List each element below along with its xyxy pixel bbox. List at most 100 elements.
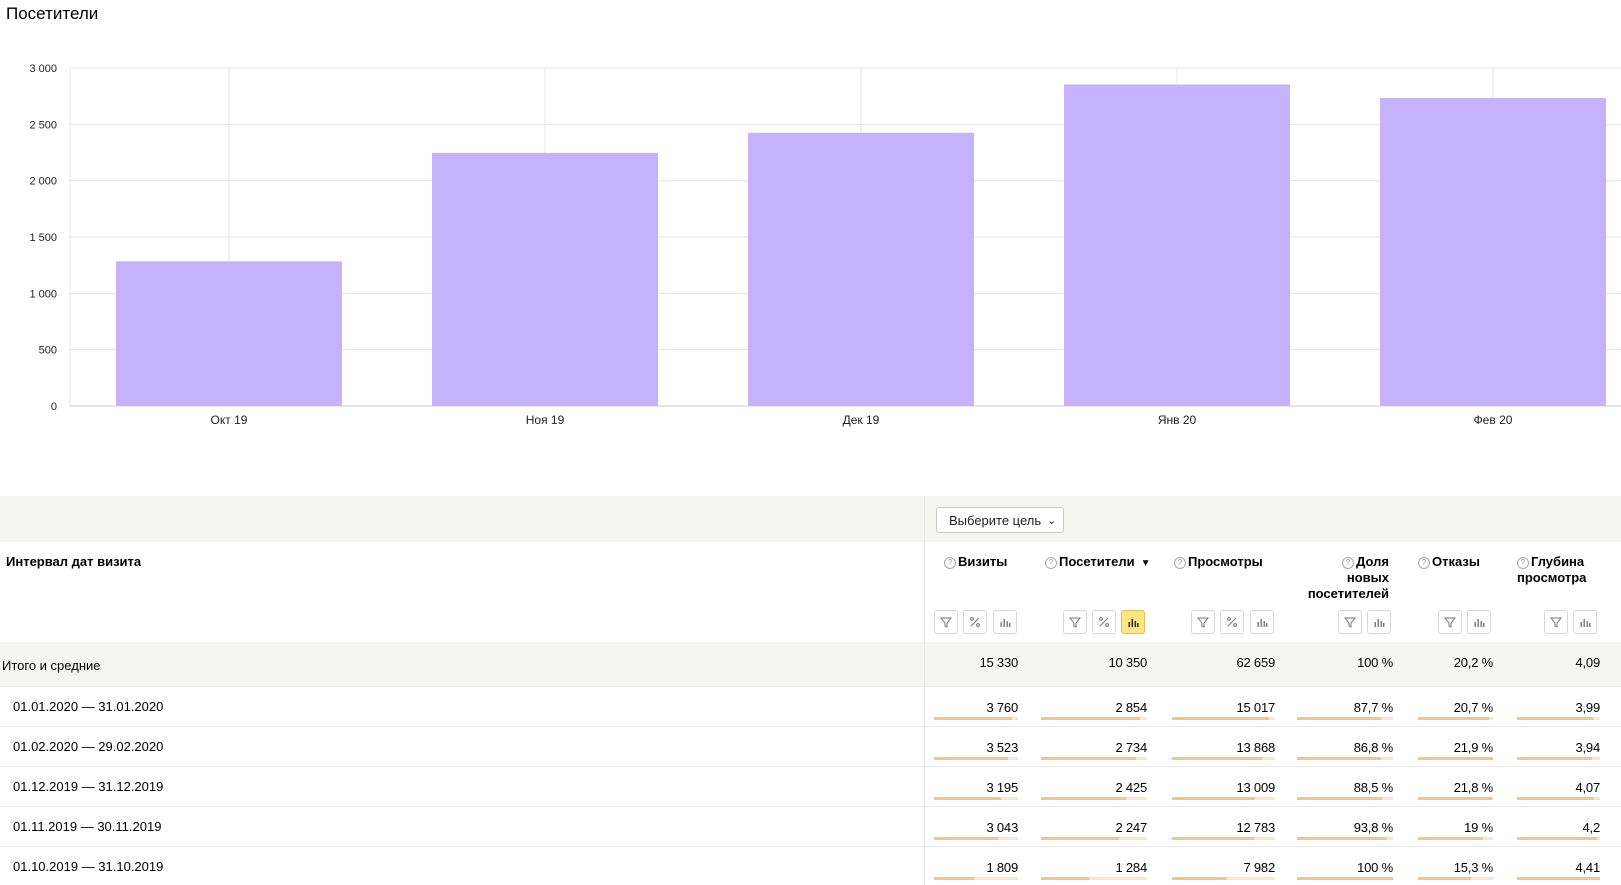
- filter-icon[interactable]: [1338, 610, 1362, 634]
- x-tick-label: Янв 20: [1158, 413, 1197, 427]
- y-tick-label: 1 000: [29, 288, 57, 300]
- bar: [116, 261, 342, 406]
- metric-header-5[interactable]: ? Глубина просмотра: [1517, 554, 1586, 586]
- chart-icon[interactable]: [1367, 610, 1391, 634]
- help-icon[interactable]: ?: [944, 557, 956, 569]
- metric-cell: 86,8 %: [1353, 740, 1393, 755]
- goal-strip: [0, 496, 1621, 542]
- metric-header-label: посетителей: [1307, 586, 1389, 601]
- metric-header-label: Отказы: [1432, 554, 1480, 569]
- date-interval-label[interactable]: 01.11.2019 — 30.11.2019: [13, 819, 161, 834]
- value-bar-fill: [1297, 757, 1381, 760]
- value-bar-track: [1041, 757, 1147, 760]
- value-bar-fill: [1418, 837, 1484, 840]
- value-bar-fill: [1517, 717, 1594, 720]
- value-bar-track: [1297, 717, 1393, 720]
- metric-header-label: новых: [1346, 570, 1389, 585]
- metric-cell: 93,8 %: [1353, 820, 1393, 835]
- filter-icon[interactable]: [1063, 610, 1087, 634]
- filter-icon[interactable]: [1438, 610, 1462, 634]
- help-icon[interactable]: ?: [1342, 557, 1355, 569]
- totals-label: Итого и средние: [2, 658, 101, 673]
- value-bar-track: [1418, 877, 1493, 880]
- help-icon[interactable]: ?: [1517, 557, 1529, 569]
- chart-icon[interactable]: [1467, 610, 1491, 634]
- y-tick-label: 1 500: [29, 232, 57, 244]
- value-bar-track: [1041, 797, 1147, 800]
- metric-cell: 12 783: [1236, 820, 1275, 835]
- metric-cell: 20,2 %: [1453, 655, 1493, 670]
- value-bar-track: [1172, 797, 1275, 800]
- y-tick-label: 0: [51, 401, 57, 413]
- value-bar-fill: [1517, 797, 1595, 800]
- metric-cell: 2 854: [1115, 700, 1147, 715]
- value-bar-track: [1297, 877, 1393, 880]
- value-bar-track: [1297, 797, 1393, 800]
- value-bar-fill: [934, 877, 975, 880]
- metric-cell: 15 017: [1236, 700, 1275, 715]
- page: Посетители 0 500 1 000 1 500 2 000 2 500 3 000…: [0, 0, 1621, 885]
- visitors-bar-chart: 0 500 1 000 1 500 2 000 2 500 3 000 Окт 19 Ноя 1…: [29, 63, 1621, 427]
- sort-desc-icon[interactable]: ▼: [1141, 558, 1151, 569]
- date-interval-label[interactable]: 01.02.2020 — 29.02.2020: [13, 739, 163, 754]
- metric-cell: 1 284: [1115, 860, 1147, 875]
- metric-header-2[interactable]: ? Просмотры: [1174, 554, 1263, 570]
- row-divider: [0, 766, 1621, 767]
- help-icon[interactable]: ?: [1418, 557, 1430, 569]
- percent-icon[interactable]: [1092, 610, 1116, 634]
- value-bar-fill: [1297, 797, 1383, 800]
- dimension-header[interactable]: Интервал дат визита: [6, 554, 141, 569]
- chart-icon[interactable]: [993, 610, 1017, 634]
- chart-icon[interactable]: [1121, 610, 1145, 634]
- filter-icon[interactable]: [1191, 610, 1215, 634]
- metric-cell: 20,7 %: [1453, 700, 1493, 715]
- value-bar-fill: [1041, 717, 1140, 720]
- filter-icon[interactable]: [1544, 610, 1568, 634]
- percent-icon[interactable]: [1220, 610, 1244, 634]
- metric-cell: 4,07: [1575, 780, 1600, 795]
- y-tick-label: 2 500: [29, 119, 57, 131]
- metric-cell: 21,8 %: [1453, 780, 1493, 795]
- value-bar-track: [1041, 717, 1147, 720]
- value-bar-fill: [1172, 717, 1269, 720]
- metric-header-3[interactable]: ? Доля новых посетителей: [1285, 554, 1389, 602]
- value-bar-track: [1517, 757, 1600, 760]
- help-icon[interactable]: ?: [1174, 557, 1186, 569]
- chevron-down-icon: ⌄: [1047, 514, 1057, 527]
- date-interval-label[interactable]: 01.10.2019 — 31.10.2019: [13, 859, 163, 874]
- chart-icon[interactable]: [1573, 610, 1597, 634]
- date-interval-label[interactable]: 01.01.2020 — 31.01.2020: [13, 699, 163, 714]
- chart-icon[interactable]: [1250, 610, 1274, 634]
- goal-select[interactable]: Выберите цель ⌄: [936, 507, 1064, 533]
- value-bar-track: [1041, 877, 1147, 880]
- metric-cell: 10 350: [1108, 655, 1147, 670]
- metric-cell: 13 009: [1236, 780, 1275, 795]
- x-tick-label: Дек 19: [843, 413, 880, 427]
- value-bar-track: [1418, 837, 1493, 840]
- value-bar-track: [1172, 837, 1275, 840]
- value-bar-fill: [1172, 877, 1227, 880]
- value-bar-track: [1517, 797, 1600, 800]
- row-divider: [0, 686, 1621, 687]
- bar: [1380, 97, 1606, 406]
- value-bar-track: [1418, 797, 1493, 800]
- value-bar-track: [1297, 757, 1393, 760]
- value-bar-fill: [1172, 757, 1262, 760]
- value-bar-track: [1418, 757, 1493, 760]
- value-bar-track: [934, 877, 1018, 880]
- value-bar-fill: [1418, 877, 1471, 880]
- metric-header-4[interactable]: ? Отказы: [1418, 554, 1480, 570]
- help-icon[interactable]: ?: [1045, 557, 1057, 569]
- metric-cell: 3,99: [1575, 700, 1600, 715]
- value-bar-fill: [1418, 717, 1489, 720]
- date-interval-label[interactable]: 01.12.2019 — 31.12.2019: [13, 779, 163, 794]
- metric-header-1[interactable]: ? Посетители ▼: [1045, 554, 1151, 572]
- bar: [432, 152, 658, 406]
- metric-header-label: Просмотры: [1188, 554, 1263, 569]
- filter-icon[interactable]: [934, 610, 958, 634]
- metric-header-0[interactable]: ? Визиты: [944, 554, 1007, 570]
- y-tick-label: 500: [39, 345, 57, 357]
- value-bar-track: [1517, 717, 1600, 720]
- percent-icon[interactable]: [963, 610, 987, 634]
- metric-cell: 88,5 %: [1353, 780, 1393, 795]
